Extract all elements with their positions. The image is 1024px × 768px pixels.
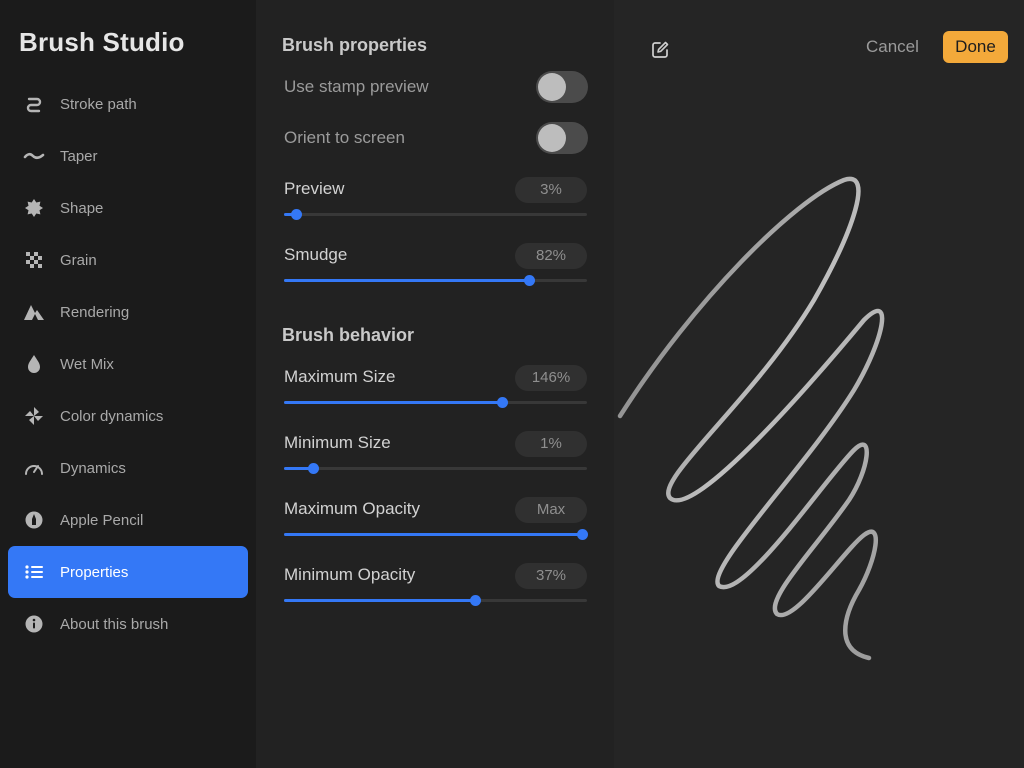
orient-to-screen-row: Orient to screen	[284, 122, 588, 154]
slider-fill	[284, 401, 503, 404]
properties-icon	[16, 565, 52, 579]
taper-icon	[16, 146, 52, 166]
slider-thumb[interactable]	[524, 275, 536, 286]
use-stamp-preview-toggle[interactable]	[536, 71, 588, 103]
sidebar-item-color-dynamics[interactable]: Color dynamics	[8, 390, 248, 442]
toggle-knob	[538, 73, 566, 101]
sidebar-item-label: About this brush	[60, 615, 169, 633]
maximum-opacity-value[interactable]: Max	[515, 497, 587, 523]
sidebar-item-label: Wet Mix	[60, 355, 114, 373]
smudge-slider-row: Smudge 82%	[284, 243, 587, 291]
sidebar-item-about[interactable]: About this brush	[8, 598, 248, 650]
sidebar-item-shape[interactable]: Shape	[8, 182, 248, 234]
sidebar-item-apple-pencil[interactable]: Apple Pencil	[8, 494, 248, 546]
sidebar-item-label: Taper	[60, 147, 98, 165]
slider-thumb[interactable]	[469, 595, 481, 606]
maximum-size-slider[interactable]	[284, 397, 587, 408]
preview-slider[interactable]	[284, 209, 587, 220]
smudge-value[interactable]: 82%	[515, 243, 587, 269]
maximum-size-slider-row: Maximum Size 146%	[284, 365, 587, 413]
sidebar-item-label: Color dynamics	[60, 407, 164, 425]
minimum-opacity-slider[interactable]	[284, 595, 587, 606]
sidebar-item-label: Rendering	[60, 303, 130, 321]
rendering-icon	[16, 303, 52, 321]
brush-behavior-title: Brush behavior	[282, 325, 415, 345]
sidebar-item-grain[interactable]: Grain	[8, 234, 248, 286]
use-stamp-preview-row: Use stamp preview	[284, 71, 588, 103]
sidebar: Brush Studio Stroke path Taper Shape Gra…	[0, 0, 256, 768]
brush-properties-title: Brush properties	[282, 35, 428, 55]
preview-value[interactable]: 3%	[515, 177, 587, 203]
app-title: Brush Studio	[19, 27, 185, 57]
dynamics-icon	[16, 460, 52, 476]
minimum-size-label: Minimum Size	[284, 433, 391, 452]
info-icon	[16, 615, 52, 633]
sidebar-item-label: Grain	[60, 251, 97, 269]
drawing-pad[interactable]: Cancel Done	[614, 0, 1024, 768]
maximum-opacity-slider-row: Maximum Opacity Max	[284, 497, 589, 545]
apple-pencil-icon	[16, 511, 52, 529]
slider-thumb[interactable]	[497, 397, 509, 408]
minimum-opacity-slider-row: Minimum Opacity 37%	[284, 563, 587, 611]
sidebar-item-stroke-path[interactable]: Stroke path	[8, 78, 248, 130]
maximum-size-value[interactable]: 146%	[515, 365, 587, 391]
sidebar-item-rendering[interactable]: Rendering	[8, 286, 248, 338]
sidebar-item-label: Stroke path	[60, 95, 137, 113]
smudge-label: Smudge	[284, 245, 348, 264]
maximum-opacity-slider[interactable]	[284, 529, 589, 540]
preview-label: Preview	[284, 179, 345, 198]
use-stamp-preview-label: Use stamp preview	[284, 77, 429, 96]
toggle-knob	[538, 124, 566, 152]
minimum-size-value[interactable]: 1%	[515, 431, 587, 457]
sidebar-item-wet-mix[interactable]: Wet Mix	[8, 338, 248, 390]
minimum-opacity-label: Minimum Opacity	[284, 565, 416, 584]
maximum-opacity-label: Maximum Opacity	[284, 499, 421, 518]
properties-panel: Brush properties Use stamp preview Orien…	[256, 0, 614, 768]
shape-icon	[16, 198, 52, 218]
slider-thumb[interactable]	[291, 209, 303, 220]
preview-slider-row: Preview 3%	[284, 177, 587, 225]
slider-thumb[interactable]	[577, 529, 589, 540]
color-dynamics-icon	[16, 406, 52, 426]
sidebar-item-label: Apple Pencil	[60, 511, 144, 529]
orient-to-screen-label: Orient to screen	[284, 128, 405, 147]
sidebar-item-properties[interactable]: Properties	[8, 546, 248, 598]
maximum-size-label: Maximum Size	[284, 367, 396, 386]
orient-to-screen-toggle[interactable]	[536, 122, 588, 154]
sidebar-item-taper[interactable]: Taper	[8, 130, 248, 182]
slider-thumb[interactable]	[307, 463, 319, 474]
slider-fill	[284, 279, 530, 282]
minimum-size-slider-row: Minimum Size 1%	[284, 431, 587, 479]
sidebar-item-dynamics[interactable]: Dynamics	[8, 442, 248, 494]
sidebar-item-label: Properties	[60, 563, 129, 581]
sidebar-item-label: Shape	[60, 199, 104, 217]
slider-fill	[284, 599, 475, 602]
slider-fill	[284, 533, 583, 536]
sidebar-nav: Stroke path Taper Shape Grain Rendering …	[8, 78, 248, 650]
brush-stroke-preview	[617, 176, 885, 661]
wet-mix-icon	[16, 354, 52, 374]
minimum-size-slider[interactable]	[284, 463, 587, 474]
smudge-slider[interactable]	[284, 275, 587, 286]
grain-icon	[16, 252, 52, 268]
stroke-path-icon	[16, 94, 52, 114]
minimum-opacity-value[interactable]: 37%	[515, 563, 587, 589]
sidebar-item-label: Dynamics	[60, 459, 126, 477]
